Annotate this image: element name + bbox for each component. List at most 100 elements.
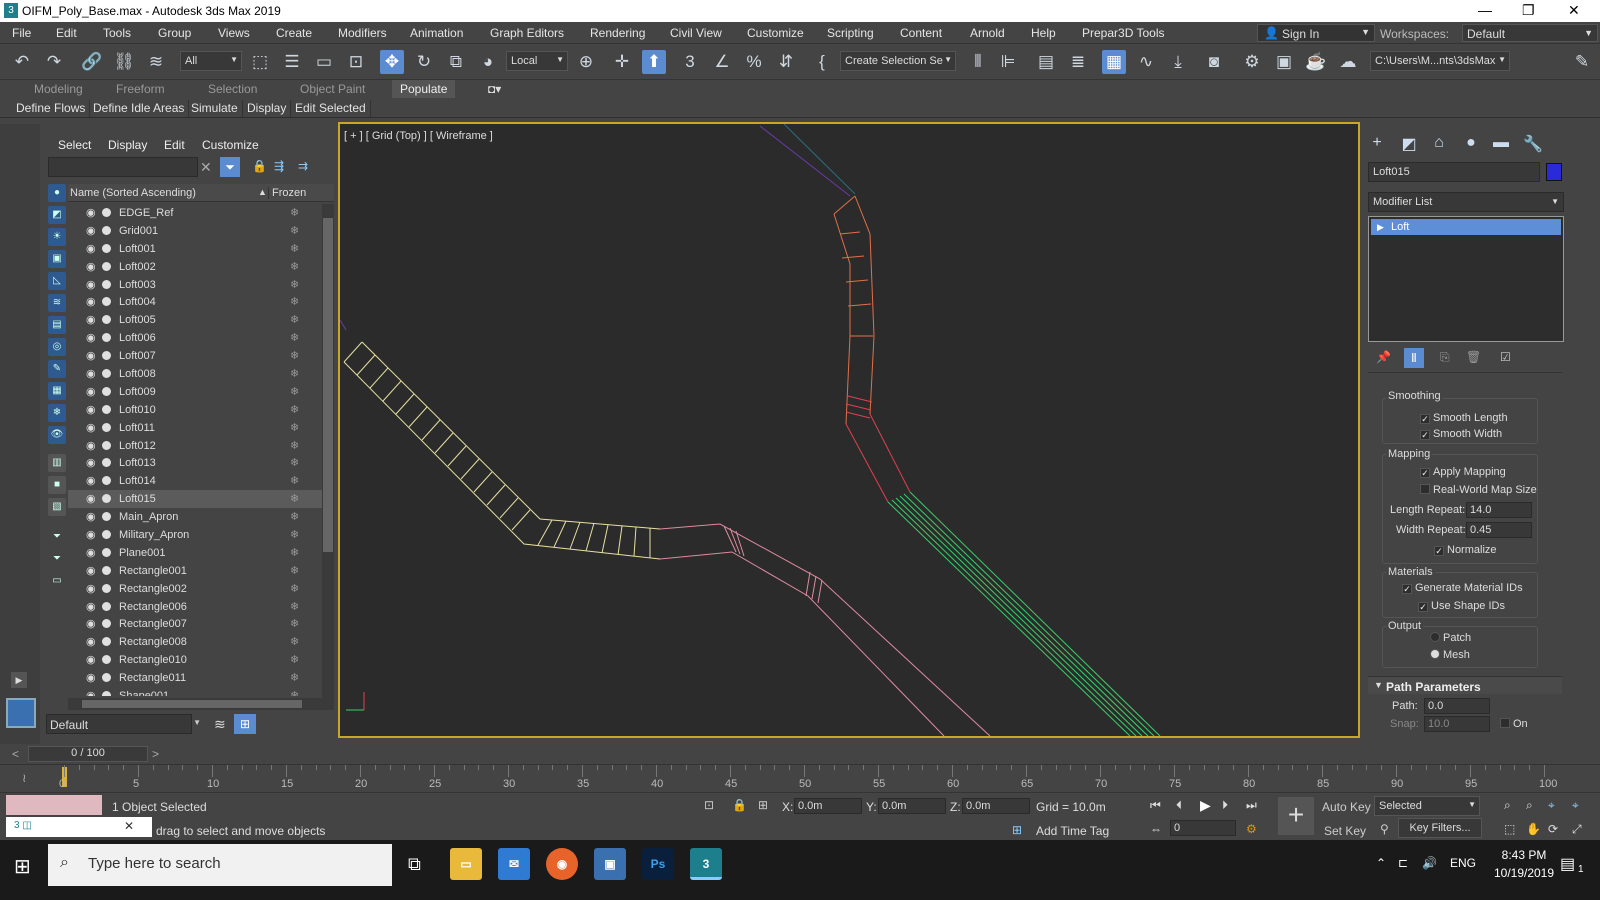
freeze-icon[interactable]: ❄ xyxy=(290,242,299,255)
play-icon[interactable]: ▶ xyxy=(1200,797,1211,814)
selection-lock-icon[interactable]: 🔒 xyxy=(732,798,747,812)
table-row[interactable]: ◉ Rectangle002 ❄ xyxy=(68,580,322,598)
isolate-selection-icon[interactable]: ⊡ xyxy=(704,798,714,812)
mirror-icon[interactable]: ⫴ xyxy=(966,50,990,74)
freeze-icon[interactable]: ❄ xyxy=(290,653,299,666)
layer-dropdown[interactable]: Default ▼ xyxy=(46,714,201,734)
col-name-header[interactable]: Name (Sorted Ascending) xyxy=(70,187,196,199)
freeze-icon[interactable]: ❄ xyxy=(290,635,299,648)
scene-scrollbar-thumb[interactable] xyxy=(323,218,333,552)
menu-create[interactable]: Create xyxy=(276,26,312,40)
table-row[interactable]: ◉ Loft008 ❄ xyxy=(68,365,322,383)
use-shape-ids-checkbox[interactable]: ✓ Use Shape IDs xyxy=(1418,600,1505,612)
visibility-eye-icon[interactable]: ◉ xyxy=(86,689,98,696)
freeze-icon[interactable]: ❄ xyxy=(290,224,299,237)
sort-icon[interactable]: ⇉ xyxy=(298,159,308,173)
visibility-eye-icon[interactable]: ◉ xyxy=(86,278,98,291)
prev-frame-arrow-icon[interactable]: < xyxy=(12,747,19,761)
minimize-button[interactable]: — xyxy=(1478,2,1492,18)
add-time-tag-button[interactable]: Add Time Tag xyxy=(1036,824,1109,838)
table-row[interactable]: ◉ Loft013 ❄ xyxy=(68,454,322,472)
menu-file[interactable]: File xyxy=(12,26,31,40)
viewport-top[interactable]: [ + ] [ Grid (Top) ] [ Wireframe ] xyxy=(338,122,1360,738)
time-tag-icon[interactable]: ⊞ xyxy=(1012,823,1022,837)
align-icon[interactable]: ⊫ xyxy=(996,50,1020,74)
layer-box-icon[interactable]: ▭ xyxy=(48,572,66,590)
define-flows-button[interactable]: Define Flows xyxy=(12,100,91,117)
display-spacewarps-icon[interactable]: ≋ xyxy=(48,294,66,312)
layers-icon[interactable]: ≋ xyxy=(214,716,226,733)
length-repeat-spinner[interactable]: 14.0 xyxy=(1466,502,1532,518)
menu-modifiers[interactable]: Modifiers xyxy=(338,26,387,40)
selection-filter-dropdown[interactable]: All ▼ xyxy=(180,51,242,71)
expand-triangle-icon[interactable]: ▶ xyxy=(1377,219,1384,235)
generate-material-ids-checkbox[interactable]: ✓ Generate Material IDs xyxy=(1402,582,1523,594)
define-idle-areas-button[interactable]: Define Idle Areas xyxy=(89,100,190,117)
menu-customize[interactable]: Customize xyxy=(747,26,804,40)
tab-modeling[interactable]: Modeling xyxy=(34,82,83,96)
next-frame-icon[interactable]: ⏵ xyxy=(1222,798,1228,813)
keyboard-shortcut-override-icon[interactable]: ⬆ xyxy=(642,50,666,74)
freeze-icon[interactable]: ❄ xyxy=(290,313,299,326)
column-header[interactable]: Name (Sorted Ascending) ▲ Frozen xyxy=(68,184,334,202)
clear-icon[interactable]: ✕ xyxy=(200,159,212,176)
notification-icon[interactable]: ▤ xyxy=(1560,854,1575,874)
next-frame-arrow-icon[interactable]: > xyxy=(152,747,159,761)
task-view-icon[interactable]: ⧉ xyxy=(408,854,421,875)
object-color-swatch[interactable] xyxy=(1546,163,1562,181)
display-hidden-icon[interactable]: 👁 xyxy=(48,426,66,444)
network-icon[interactable]: ⊏ xyxy=(1398,856,1408,870)
normalize-checkbox[interactable]: ✓ Normalize xyxy=(1434,544,1497,556)
menu-edit[interactable]: Edit xyxy=(56,26,77,40)
modifier-list-dropdown[interactable]: Modifier List ▼ xyxy=(1368,192,1564,212)
menu-rendering[interactable]: Rendering xyxy=(590,26,645,40)
expand-arrow-icon[interactable]: ▶ xyxy=(11,672,27,688)
freeze-icon[interactable]: ❄ xyxy=(290,295,299,308)
freeze-icon[interactable]: ❄ xyxy=(290,528,299,541)
select-object-icon[interactable]: ⬚ xyxy=(248,50,272,74)
ref-coord-dropdown[interactable]: Local ▼ xyxy=(506,51,568,71)
visibility-eye-icon[interactable]: ◉ xyxy=(86,260,98,273)
object-name-field[interactable]: Loft015 xyxy=(1368,162,1540,182)
smooth-length-checkbox[interactable]: ✓ Smooth Length xyxy=(1420,412,1508,424)
table-row[interactable]: ◉ Loft002 ❄ xyxy=(68,258,322,276)
make-unique-icon[interactable]: ⎘ xyxy=(1440,350,1450,365)
ribbon-options-icon[interactable]: ◘▾ xyxy=(488,82,501,96)
workspaces-dropdown[interactable]: Default ▼ xyxy=(1462,24,1598,42)
material-editor-icon[interactable]: ◙ xyxy=(1202,50,1226,74)
freeze-icon[interactable]: ❄ xyxy=(290,349,299,362)
visibility-eye-icon[interactable]: ◉ xyxy=(86,617,98,630)
filter-funnel2-icon[interactable]: ⏷ xyxy=(48,550,66,568)
windows-start-icon[interactable]: ⊞ xyxy=(14,854,31,879)
table-row[interactable]: ◉ Grid001 ❄ xyxy=(68,222,322,240)
curve-editor-icon[interactable]: ∿ xyxy=(1134,50,1158,74)
x-coordinate-field[interactable]: 0.0m xyxy=(794,798,862,814)
freeze-icon[interactable]: ❄ xyxy=(290,689,299,696)
table-row[interactable]: ◉ Loft011 ❄ xyxy=(68,419,322,437)
render-production-icon[interactable]: ☕ xyxy=(1304,50,1328,74)
menu-prepar3d-tools[interactable]: Prepar3D Tools xyxy=(1082,26,1165,40)
orbit-icon[interactable]: ⟳ xyxy=(1548,822,1558,836)
set-key-big-icon[interactable]: + xyxy=(1278,797,1314,835)
zoom-all-icon[interactable]: ⌕ xyxy=(1526,798,1533,813)
visibility-eye-icon[interactable]: ◉ xyxy=(86,313,98,326)
tab-selection[interactable]: Selection xyxy=(208,82,257,96)
percent-snap-icon[interactable]: % xyxy=(742,50,766,74)
field-of-view-icon[interactable]: ⬚ xyxy=(1504,822,1515,836)
table-row[interactable]: ◉ Loft010 ❄ xyxy=(68,401,322,419)
photos-icon[interactable]: ▣ xyxy=(594,848,626,880)
project-path-dropdown[interactable]: C:\Users\M...nts\3dsMax ▼ xyxy=(1370,51,1510,71)
visibility-eye-icon[interactable]: ◉ xyxy=(86,510,98,523)
volume-icon[interactable]: 🔊 xyxy=(1422,856,1437,870)
se-menu-select[interactable]: Select xyxy=(58,138,91,152)
freeze-icon[interactable]: ❄ xyxy=(290,671,299,684)
visibility-eye-icon[interactable]: ◉ xyxy=(86,546,98,559)
select-by-name-icon[interactable]: ☰ xyxy=(280,50,304,74)
visibility-eye-icon[interactable]: ◉ xyxy=(86,331,98,344)
mini-curve-editor-icon[interactable]: ≀ xyxy=(22,771,27,785)
display-all-icon[interactable]: ▥ xyxy=(48,454,66,472)
unlink-icon[interactable]: ⛓ xyxy=(112,50,136,74)
tray-chevron-icon[interactable]: ⌃ xyxy=(1376,856,1386,870)
visibility-eye-icon[interactable]: ◉ xyxy=(86,206,98,219)
table-row[interactable]: ◉ Loft009 ❄ xyxy=(68,383,322,401)
